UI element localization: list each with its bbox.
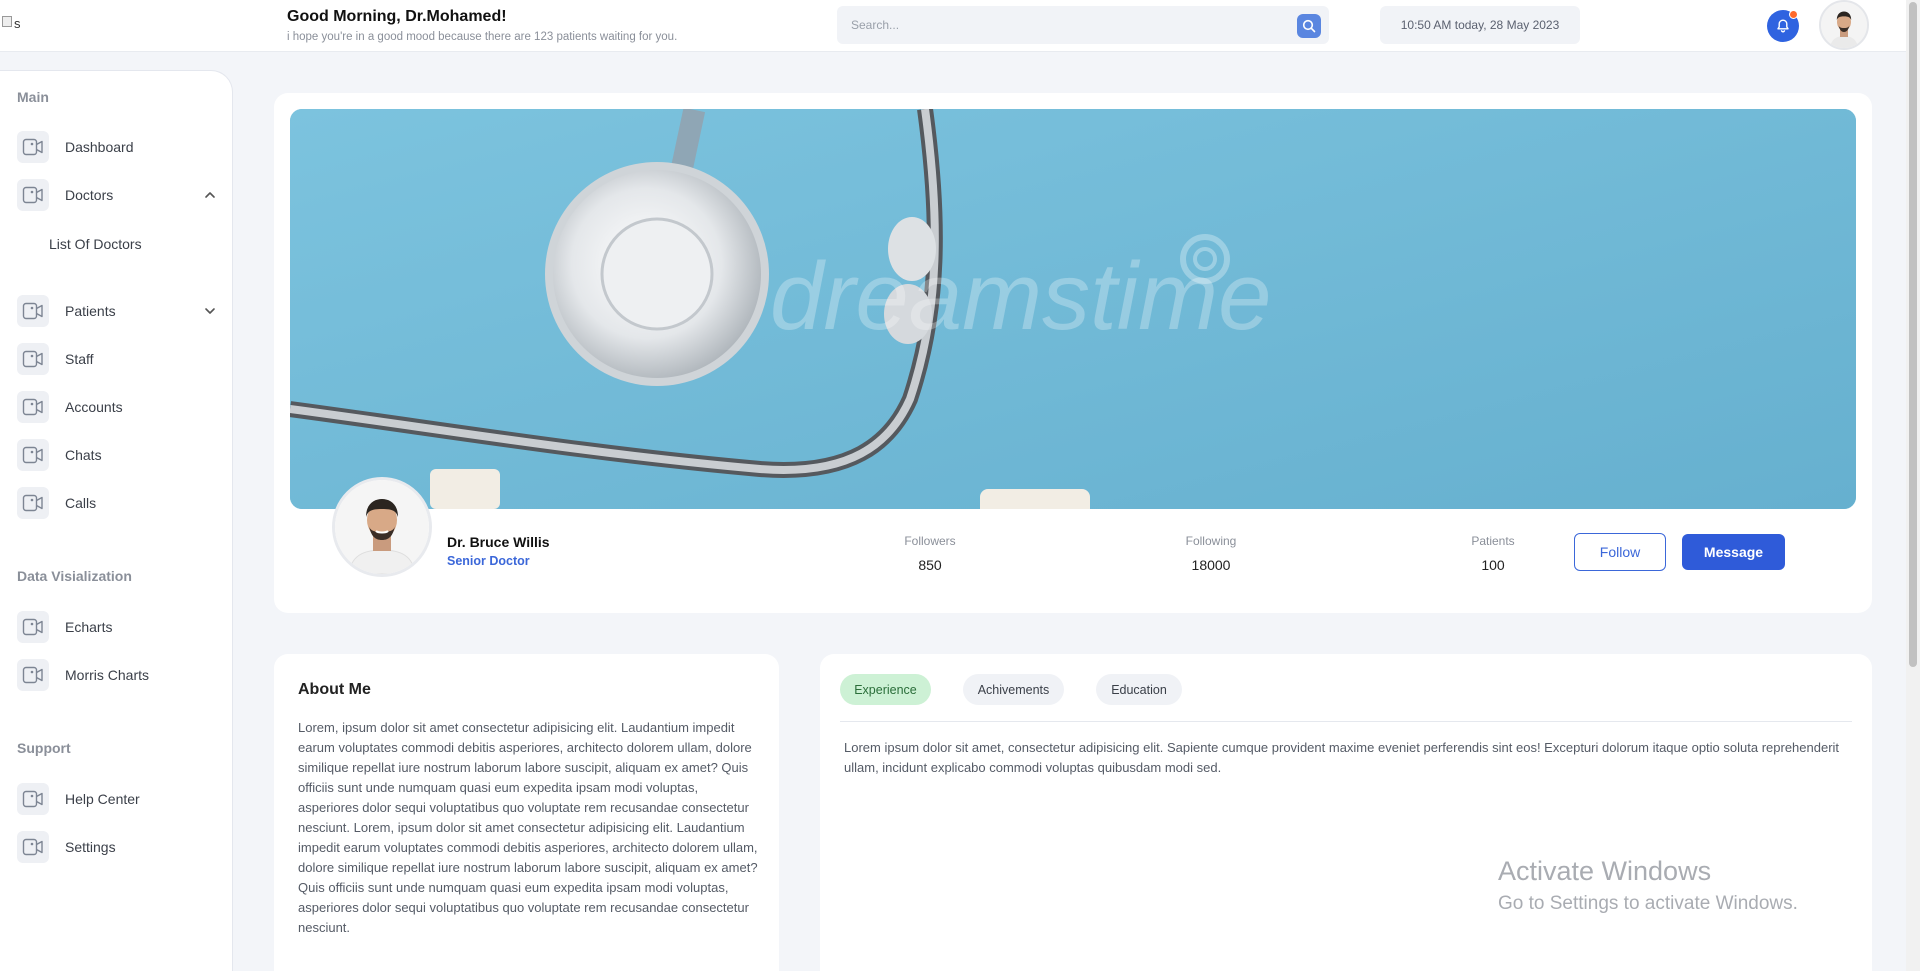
user-avatar[interactable] <box>1819 0 1869 50</box>
follow-button[interactable]: Follow <box>1574 533 1666 571</box>
sidebar-item-label: Calls <box>65 495 97 511</box>
profile-banner-image: dreamstime <box>290 109 1856 509</box>
stat-value: 100 <box>1481 557 1505 573</box>
video-camera-icon <box>17 611 49 643</box>
search-input[interactable] <box>851 15 1271 35</box>
video-camera-icon <box>17 179 49 211</box>
video-camera-icon <box>17 439 49 471</box>
watermark-line-1: Activate Windows <box>1498 856 1712 886</box>
sidebar-item-doctors[interactable]: Doctors <box>17 179 217 211</box>
watermark-line-2: Go to Settings to activate Windows. <box>1498 893 1798 914</box>
section-title-main: Main <box>17 89 49 105</box>
sidebar-item-label: Echarts <box>65 619 113 635</box>
doctor-role: Senior Doctor <box>447 554 530 568</box>
sidebar: Main Dashboard Doctors List Of Doctors P… <box>0 70 233 971</box>
greeting-subtitle: i hope you're in a good mood because the… <box>287 31 678 43</box>
tab-content-text: Lorem ipsum dolor sit amet, consectetur … <box>844 740 1840 775</box>
sidebar-item-patients[interactable]: Patients <box>17 295 217 327</box>
sidebar-item-staff[interactable]: Staff <box>17 343 217 375</box>
sidebar-item-label: Help Center <box>65 791 140 807</box>
scrollbar-thumb[interactable] <box>1909 2 1917 667</box>
sidebar-item-label: Morris Charts <box>65 667 150 683</box>
sidebar-item-label: Accounts <box>65 399 123 415</box>
stat-value: 18000 <box>1191 557 1231 573</box>
stat-following: Following 18000 <box>1151 534 1271 573</box>
logo-alt-text: s <box>14 16 21 31</box>
chevron-up-icon <box>205 192 215 198</box>
sidebar-item-echarts[interactable]: Echarts <box>17 611 217 643</box>
sidebar-item-label: Dashboard <box>65 139 134 155</box>
video-camera-icon <box>17 343 49 375</box>
sidebar-item-label: Settings <box>65 839 116 855</box>
doctor-avatar <box>332 477 432 577</box>
bell-icon <box>1777 19 1789 33</box>
stat-followers: Followers 850 <box>870 534 990 573</box>
top-bar: s Good Morning, Dr.Mohamed! i hope you'r… <box>0 0 1906 52</box>
video-camera-icon <box>17 659 49 691</box>
search-button[interactable] <box>1297 14 1321 38</box>
video-camera-icon <box>17 295 49 327</box>
tabs-divider <box>840 721 1852 722</box>
profile-card: dreamstime Dr. Bruce Willis Senior Docto… <box>274 93 1872 613</box>
sidebar-item-morris-charts[interactable]: Morris Charts <box>17 659 217 691</box>
search-icon <box>1302 19 1316 33</box>
activate-windows-watermark: Activate Windows Go to Settings to activ… <box>1498 856 1798 915</box>
tab-experience[interactable]: Experience <box>840 674 931 705</box>
sidebar-item-calls[interactable]: Calls <box>17 487 217 519</box>
avatar-photo <box>1821 2 1867 48</box>
sidebar-item-settings[interactable]: Settings <box>17 831 217 863</box>
about-me-title: About Me <box>298 681 371 698</box>
about-me-text: Lorem, ipsum dolor sit amet consectetur … <box>298 720 758 935</box>
sidebar-item-label: Patients <box>65 303 116 319</box>
greeting-title: Good Morning, Dr.Mohamed! <box>287 8 507 25</box>
search-bar <box>837 6 1329 44</box>
sidebar-item-help-center[interactable]: Help Center <box>17 783 217 815</box>
sidebar-item-chats[interactable]: Chats <box>17 439 217 471</box>
chevron-down-icon <box>205 308 215 314</box>
sidebar-item-label: Staff <box>65 351 94 367</box>
video-camera-icon <box>17 831 49 863</box>
sidebar-subitem-list-of-doctors[interactable]: List Of Doctors <box>49 236 142 252</box>
stat-patients: Patients 100 <box>1433 534 1553 573</box>
video-camera-icon <box>17 131 49 163</box>
notifications-button[interactable] <box>1767 10 1799 42</box>
doctor-name: Dr. Bruce Willis <box>447 534 550 550</box>
stat-label: Followers <box>904 534 956 548</box>
stat-value: 850 <box>918 557 942 573</box>
doctor-photo <box>335 480 429 574</box>
video-camera-icon <box>17 783 49 815</box>
video-camera-icon <box>17 487 49 519</box>
message-button[interactable]: Message <box>1682 534 1785 570</box>
page-scrollbar[interactable] <box>1906 0 1920 971</box>
sidebar-item-label: Doctors <box>65 187 114 203</box>
section-title-data-visualization: Data Visialization <box>17 568 132 584</box>
logo-image[interactable]: s <box>2 16 21 31</box>
stat-label: Patients <box>1471 534 1515 548</box>
details-tabs-card: Experience Achivements Education Lorem i… <box>820 654 1872 971</box>
section-title-support: Support <box>17 740 71 756</box>
stat-label: Following <box>1185 534 1237 548</box>
stethoscope-photo: dreamstime <box>290 109 1856 509</box>
date-time-display: 10:50 AM today, 28 May 2023 <box>1380 6 1580 44</box>
video-camera-icon <box>17 391 49 423</box>
sidebar-item-accounts[interactable]: Accounts <box>17 391 217 423</box>
notification-dot <box>1789 10 1798 19</box>
tab-achivements[interactable]: Achivements <box>963 674 1064 705</box>
sidebar-item-label: Chats <box>65 447 102 463</box>
tab-education[interactable]: Education <box>1096 674 1182 705</box>
sidebar-item-dashboard[interactable]: Dashboard <box>17 131 217 163</box>
broken-image-icon <box>2 16 12 27</box>
about-me-card: About Me Lorem, ipsum dolor sit amet con… <box>274 654 779 971</box>
